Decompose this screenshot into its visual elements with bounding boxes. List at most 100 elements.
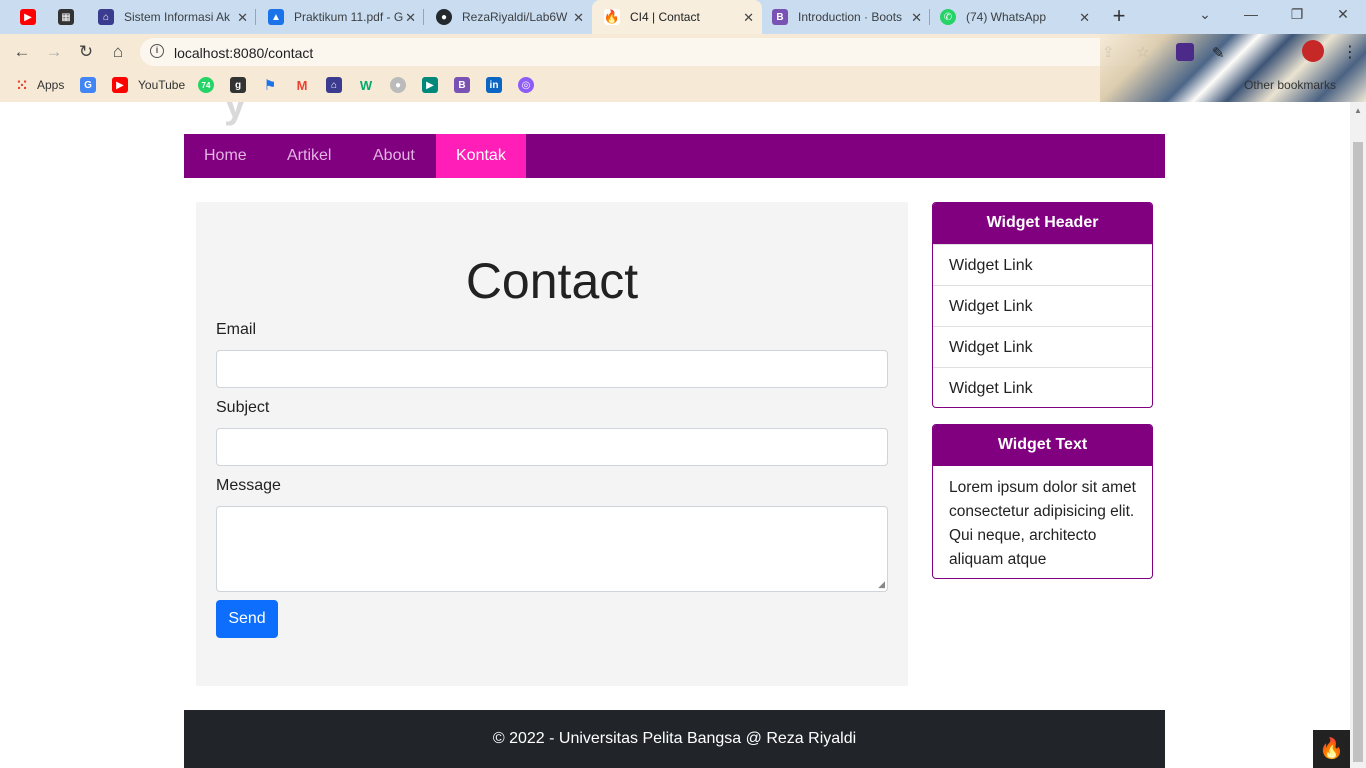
site-info-icon[interactable]: i — [150, 44, 164, 58]
nav-kontak[interactable]: Kontak — [436, 134, 526, 178]
other-bookmarks[interactable]: Other bookmarks — [1244, 78, 1336, 92]
main-nav: Home Artikel About Kontak — [184, 134, 1165, 178]
meet-icon: ▶ — [422, 77, 438, 93]
page-scrollbar[interactable]: ▲ — [1350, 102, 1366, 768]
widget-link[interactable]: Widget Link — [933, 326, 1152, 367]
bootstrap-icon: B — [454, 77, 470, 93]
bookmark-w3schools[interactable]: W — [358, 77, 374, 93]
drive-icon: ▲ — [268, 9, 284, 25]
bookmark-apps[interactable]: ⁙ Apps — [14, 77, 64, 93]
bookmark-university[interactable]: ⌂ — [326, 77, 342, 93]
send-button[interactable]: Send — [216, 600, 278, 638]
search-icon: ◎ — [518, 77, 534, 93]
close-icon[interactable]: ✕ — [237, 10, 248, 26]
goodreads-icon: g — [230, 77, 246, 93]
close-icon[interactable]: ✕ — [911, 10, 922, 26]
university-icon: ⌂ — [326, 77, 342, 93]
address-bar[interactable]: i localhost:8080/contact ⇪ ☆ — [140, 38, 1162, 66]
tab-whatsapp[interactable]: ✆ (74) WhatsApp ✕ — [930, 0, 1098, 34]
bookmark-search[interactable]: ◎ — [518, 77, 534, 93]
youtube-icon: ▶ — [20, 9, 36, 25]
tab-title: Introduction · Boots — [798, 10, 903, 24]
close-icon[interactable]: ✕ — [743, 10, 754, 26]
tab-bootstrap[interactable]: B Introduction · Boots ✕ — [762, 0, 930, 34]
widget-text-box: Widget Text Lorem ipsum dolor sit amet c… — [932, 424, 1153, 579]
w3schools-icon: W — [359, 77, 373, 93]
bookmark-goodreads[interactable]: g — [230, 77, 246, 93]
bookmark-youtube[interactable]: ▶ YouTube — [112, 77, 185, 93]
subject-field[interactable] — [216, 428, 888, 466]
subject-label: Subject — [216, 399, 270, 416]
menu-icon[interactable]: ⋮ — [1342, 42, 1358, 62]
url-text: localhost:8080/contact — [174, 45, 314, 61]
widget-link[interactable]: Widget Link — [933, 244, 1152, 285]
message-field[interactable]: ◢ — [216, 506, 888, 592]
tab-qr[interactable]: ▦ — [48, 0, 86, 34]
tab-title: Sistem Informasi Ak — [124, 10, 231, 24]
tab-title: RezaRiyaldi/Lab6W — [462, 10, 568, 24]
google-translate-icon: G — [80, 77, 96, 93]
bookmark-whatsapp[interactable]: 74 — [198, 77, 214, 93]
widget-title: Widget Header — [933, 203, 1152, 244]
site-container: y Home Artikel About Kontak Contact Emai… — [184, 102, 1165, 768]
bookmark-gmail[interactable]: M — [294, 77, 310, 93]
bookmark-bootstrap[interactable]: B — [454, 77, 470, 93]
flag-icon: ⚑ — [263, 76, 277, 93]
bookmark-flag[interactable]: ⚑ — [262, 77, 278, 93]
youtube-icon: ▶ — [112, 77, 128, 93]
tab-title: Praktikum 11.pdf - G — [294, 10, 404, 24]
linkedin-icon: in — [486, 77, 502, 93]
new-tab-button[interactable]: + — [1106, 5, 1132, 29]
github-icon: ● — [436, 9, 452, 25]
tab-praktikum[interactable]: ▲ Praktikum 11.pdf - G ✕ — [256, 0, 424, 34]
close-icon[interactable]: ✕ — [405, 10, 416, 26]
forward-icon[interactable]: → — [42, 40, 66, 64]
tab-sistem-informasi[interactable]: ⌂ Sistem Informasi Ak ✕ — [88, 0, 256, 34]
tab-github[interactable]: ● RezaRiyaldi/Lab6W ✕ — [424, 0, 592, 34]
message-label: Message — [216, 477, 281, 494]
back-icon[interactable]: ← — [10, 40, 34, 64]
tab-youtube[interactable]: ▶ — [8, 0, 48, 34]
browser-tab-strip: ▶ ▦ ⌂ Sistem Informasi Ak ✕ ▲ Praktikum … — [0, 0, 1366, 34]
codeigniter-icon: 🔥 — [603, 9, 621, 25]
puzzle-icon[interactable]: ✎ — [1212, 44, 1230, 62]
tab-title: CI4 | Contact — [630, 10, 700, 24]
home-icon[interactable]: ⌂ — [106, 40, 130, 64]
scroll-up-icon[interactable]: ▲ — [1354, 106, 1362, 115]
site-footer: © 2022 - Universitas Pelita Bangsa @ Rez… — [184, 710, 1165, 768]
tab-ci4-contact[interactable]: 🔥 CI4 | Contact ✕ — [592, 0, 762, 34]
bookmark-translate[interactable]: G — [80, 77, 96, 93]
whatsapp-icon: 74 — [198, 77, 214, 93]
reload-icon[interactable]: ↻ — [74, 40, 98, 64]
tab-title: (74) WhatsApp — [966, 10, 1047, 24]
nav-about[interactable]: About — [353, 134, 435, 178]
page-title: Contact — [465, 253, 639, 309]
widget-body: Lorem ipsum dolor sit amet consectetur a… — [949, 479, 1136, 568]
close-icon[interactable]: ✕ — [1079, 10, 1090, 26]
avatar[interactable] — [1302, 40, 1324, 62]
bootstrap-icon: B — [772, 9, 788, 25]
close-window-button[interactable]: ✕ — [1320, 0, 1366, 30]
resize-handle-icon[interactable]: ◢ — [878, 579, 885, 590]
site-title: y — [224, 102, 247, 126]
extension-icon[interactable] — [1176, 43, 1194, 61]
nav-artikel[interactable]: Artikel — [267, 134, 351, 178]
minimize-button[interactable]: — — [1228, 0, 1274, 30]
gmail-icon: M — [296, 77, 308, 93]
widget-link[interactable]: Widget Link — [933, 367, 1152, 407]
close-icon[interactable]: ✕ — [573, 10, 584, 26]
email-field[interactable] — [216, 350, 888, 388]
restore-button[interactable]: ❐ — [1274, 0, 1320, 30]
bookmark-linkedin[interactable]: in — [486, 77, 502, 93]
codeigniter-debug-toolbar-icon[interactable]: 🔥 — [1313, 730, 1350, 768]
widget-link[interactable]: Widget Link — [933, 285, 1152, 326]
whatsapp-icon: ✆ — [940, 9, 956, 25]
tab-search-icon[interactable]: ⌄ — [1182, 0, 1228, 30]
bookmark-meet[interactable]: ▶ — [422, 77, 438, 93]
nav-home[interactable]: Home — [184, 134, 267, 178]
scrollbar-thumb[interactable] — [1353, 142, 1363, 762]
bookmark-github[interactable]: ● — [390, 77, 406, 93]
qr-icon: ▦ — [58, 9, 74, 25]
widget-title: Widget Text — [933, 425, 1152, 466]
widget-header-box: Widget Header Widget Link Widget Link Wi… — [932, 202, 1153, 408]
